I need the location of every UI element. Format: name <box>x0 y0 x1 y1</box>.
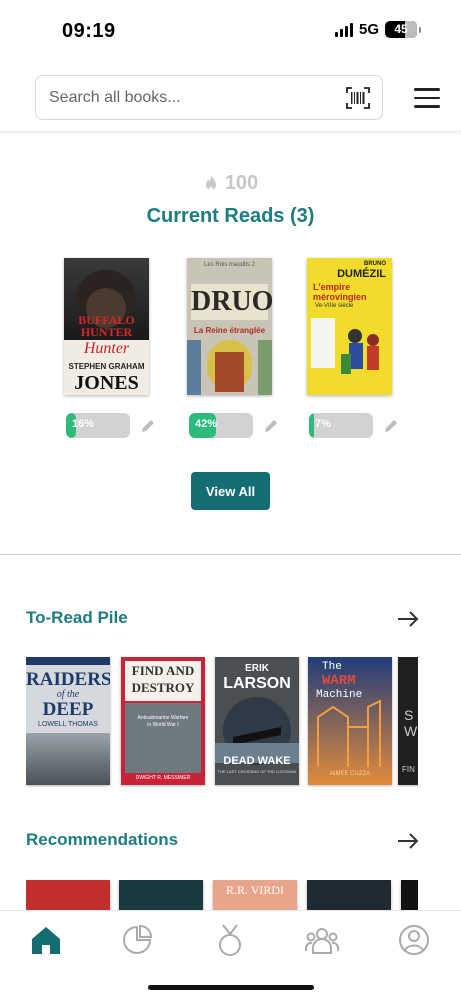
to-read-title: To-Read Pile <box>26 608 128 627</box>
reading-progress: 42% <box>189 413 279 438</box>
to-read-book-3[interactable]: ERIK LARSON DEAD WAKE THE LAST CROSSING … <box>215 657 299 785</box>
nav-home[interactable] <box>29 923 63 957</box>
current-book-2[interactable]: Les Rois maudits 2 DRUON La Reine étrang… <box>187 258 287 438</box>
nav-stats[interactable] <box>120 923 154 957</box>
network-type: 5G <box>358 21 379 38</box>
to-read-book-4[interactable]: The WARM Machine AIMEE CUZZA <box>308 657 392 785</box>
arrow-right-icon[interactable] <box>397 610 419 628</box>
recommendation-book-5[interactable] <box>401 880 418 912</box>
recommendations-title: Recommendations <box>26 830 179 849</box>
progress-bar: 7% <box>309 413 373 438</box>
progress-bar: 16% <box>66 413 130 438</box>
recommendation-book-4[interactable] <box>307 880 391 912</box>
section-divider <box>0 554 461 555</box>
hamburger-menu-icon[interactable] <box>414 88 440 108</box>
reading-progress: 16% <box>66 413 156 438</box>
nav-challenges[interactable] <box>213 923 247 957</box>
search-input[interactable] <box>49 88 329 107</box>
current-reads-title: Current Reads (3) <box>146 205 315 227</box>
book-cover[interactable]: BRUNO DUMÉZIL L'empire mérovingien Ve-VI… <box>307 258 392 395</box>
to-read-book-1[interactable]: RAIDERS of the DEEP LOWELL THOMAS <box>26 657 110 785</box>
reading-progress: 7% <box>309 413 399 438</box>
nav-community[interactable] <box>305 923 339 957</box>
signal-icon <box>334 22 353 37</box>
view-all-button[interactable]: View All <box>191 472 270 510</box>
pencil-edit-icon[interactable] <box>383 418 399 434</box>
to-read-book-5[interactable]: S W FIN <box>398 657 418 785</box>
search-box[interactable] <box>35 75 383 120</box>
nav-profile[interactable] <box>397 923 431 957</box>
flame-icon <box>205 174 216 191</box>
streak-count: 100 <box>224 172 259 194</box>
recommendations-shelf: R.R. VIRDI <box>26 880 418 912</box>
status-bar: 09:19 5G 45 <box>0 0 461 62</box>
battery-tip <box>419 26 421 33</box>
community-icon[interactable] <box>305 925 339 955</box>
status-time: 09:19 <box>62 20 116 42</box>
current-book-3[interactable]: BRUNO DUMÉZIL L'empire mérovingien Ve-VI… <box>307 258 407 438</box>
progress-bar: 42% <box>189 413 253 438</box>
pencil-edit-icon[interactable] <box>140 418 156 434</box>
app-header <box>0 62 461 132</box>
battery-level: 45 <box>394 22 408 36</box>
barcode-scan-icon[interactable] <box>346 87 370 109</box>
reading-streak: 100 <box>0 172 461 195</box>
progress-fill <box>309 413 315 438</box>
stats-icon[interactable] <box>121 924 153 956</box>
pencil-edit-icon[interactable] <box>263 418 279 434</box>
current-book-1[interactable]: BUFFALO HUNTER Hunter STEPHEN GRAHAM JON… <box>64 258 164 438</box>
to-read-book-2[interactable]: FIND AND DESTROY Antisubmarine Warfare i… <box>121 657 205 785</box>
recommendation-book-1[interactable] <box>26 880 110 912</box>
progress-label: 42% <box>195 418 218 430</box>
status-indicators: 5G 45 <box>334 21 421 38</box>
home-indicator <box>148 985 314 990</box>
book-cover[interactable]: Les Rois maudits 2 DRUON La Reine étrang… <box>187 258 272 395</box>
recommendation-book-3[interactable]: R.R. VIRDI <box>213 880 297 912</box>
progress-label: 16% <box>72 418 95 430</box>
progress-label: 7% <box>315 418 331 430</box>
home-icon[interactable] <box>30 925 62 955</box>
challenges-icon[interactable] <box>216 923 244 957</box>
to-read-shelf: RAIDERS of the DEEP LOWELL THOMAS FIND A… <box>26 657 418 787</box>
battery-icon: 45 <box>385 21 417 38</box>
arrow-right-icon[interactable] <box>397 832 419 850</box>
book-cover[interactable]: BUFFALO HUNTER Hunter STEPHEN GRAHAM JON… <box>64 258 149 395</box>
recommendation-book-2[interactable] <box>119 880 203 912</box>
profile-icon[interactable] <box>398 924 430 956</box>
